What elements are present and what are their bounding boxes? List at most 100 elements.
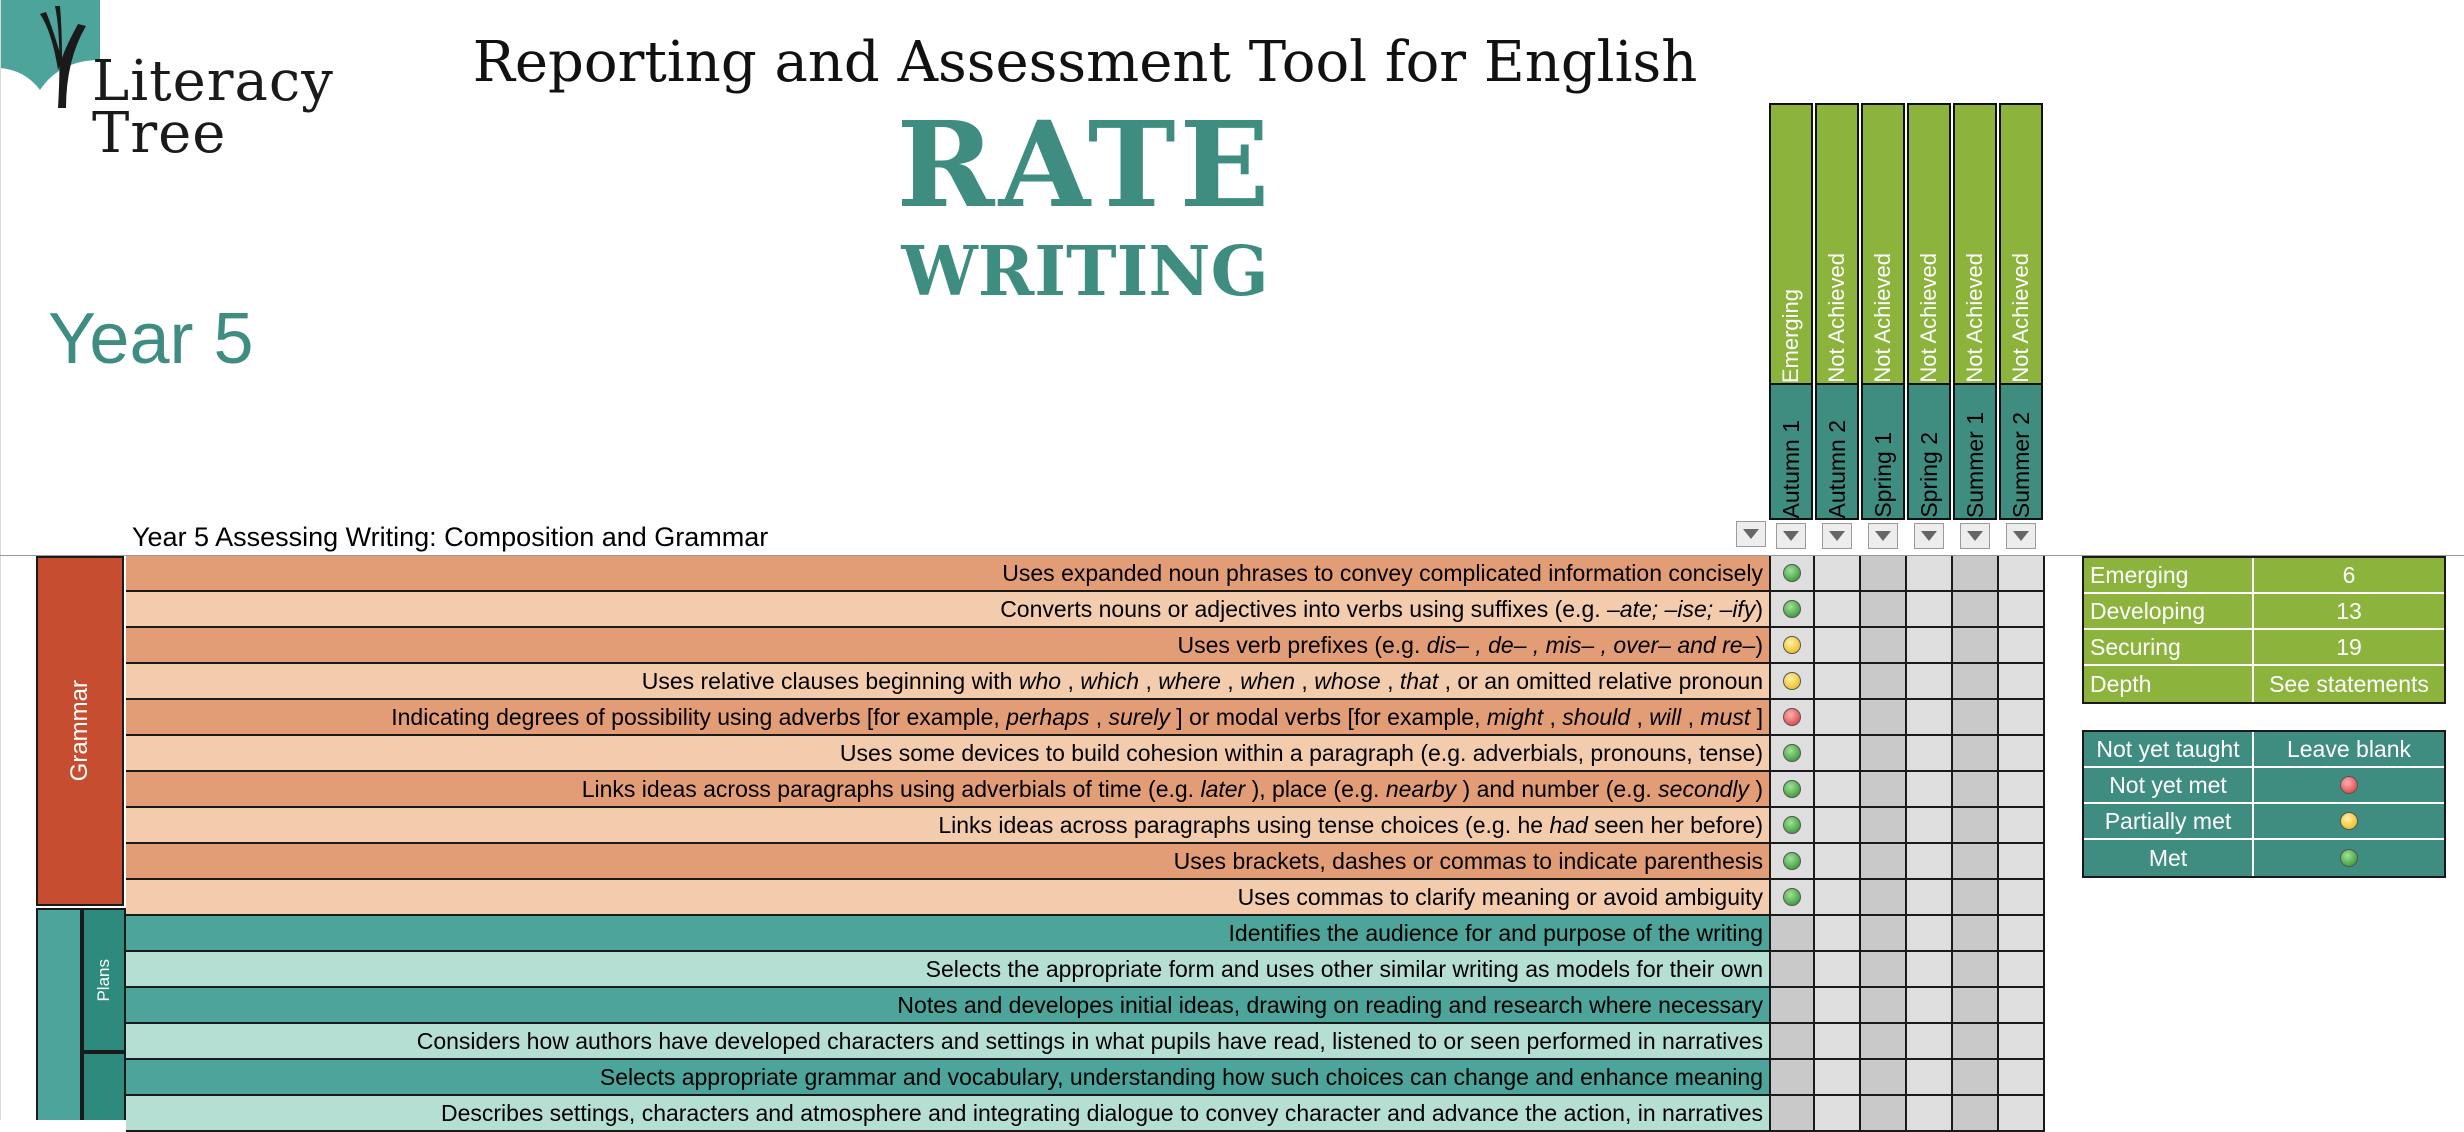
assessment-cell[interactable] [1999, 556, 2045, 592]
filter-dropdown-term[interactable] [1960, 523, 1990, 549]
assessment-cell[interactable] [1769, 916, 1815, 952]
assessment-cell[interactable] [1815, 844, 1861, 880]
assessment-cell[interactable] [1907, 916, 1953, 952]
assessment-cell[interactable] [1815, 592, 1861, 628]
assessment-cell[interactable] [1815, 700, 1861, 736]
filter-dropdown-term[interactable] [1776, 523, 1806, 549]
assessment-cell[interactable] [1861, 988, 1907, 1024]
filter-dropdown-term[interactable] [1914, 523, 1944, 549]
assessment-cell[interactable] [1907, 988, 1953, 1024]
assessment-cell[interactable] [1769, 628, 1815, 664]
assessment-cell[interactable] [1769, 664, 1815, 700]
assessment-cell[interactable] [1769, 556, 1815, 592]
assessment-cell[interactable] [1769, 1060, 1815, 1096]
filter-dropdown-term[interactable] [1868, 523, 1898, 549]
assessment-cell[interactable] [1999, 592, 2045, 628]
assessment-cell[interactable] [1907, 736, 1953, 772]
assessment-cell[interactable] [1907, 844, 1953, 880]
assessment-cell[interactable] [1953, 556, 1999, 592]
assessment-cell[interactable] [1907, 700, 1953, 736]
assessment-cell[interactable] [1953, 664, 1999, 700]
filter-dropdown-term[interactable] [2006, 523, 2036, 549]
assessment-cell[interactable] [1861, 736, 1907, 772]
assessment-cell[interactable] [1999, 1060, 2045, 1096]
assessment-cell[interactable] [1769, 808, 1815, 844]
assessment-cell[interactable] [1953, 1096, 1999, 1132]
assessment-cell[interactable] [1861, 844, 1907, 880]
assessment-cell[interactable] [1769, 988, 1815, 1024]
assessment-cell[interactable] [1953, 844, 1999, 880]
assessment-cell[interactable] [1861, 916, 1907, 952]
assessment-cell[interactable] [1907, 1096, 1953, 1132]
assessment-cell[interactable] [1815, 916, 1861, 952]
assessment-cell[interactable] [1769, 772, 1815, 808]
filter-dropdown-statement[interactable] [1736, 521, 1766, 547]
assessment-cell[interactable] [1769, 952, 1815, 988]
assessment-cell[interactable] [1953, 772, 1999, 808]
assessment-cell[interactable] [1953, 628, 1999, 664]
assessment-cell[interactable] [1907, 952, 1953, 988]
assessment-cell[interactable] [1953, 988, 1999, 1024]
assessment-cell[interactable] [1953, 952, 1999, 988]
assessment-cell[interactable] [1907, 664, 1953, 700]
assessment-cell[interactable] [1861, 1024, 1907, 1060]
assessment-cell[interactable] [1815, 628, 1861, 664]
assessment-cell[interactable] [1769, 736, 1815, 772]
filter-dropdown-term[interactable] [1822, 523, 1852, 549]
assessment-cell[interactable] [1861, 664, 1907, 700]
assessment-cell[interactable] [1815, 1024, 1861, 1060]
assessment-cell[interactable] [1815, 736, 1861, 772]
assessment-cell[interactable] [1999, 916, 2045, 952]
assessment-cell[interactable] [1907, 880, 1953, 916]
assessment-cell[interactable] [1907, 1060, 1953, 1096]
assessment-cell[interactable] [1999, 736, 2045, 772]
assessment-cell[interactable] [1861, 952, 1907, 988]
assessment-cell[interactable] [1953, 1060, 1999, 1096]
assessment-cell[interactable] [1815, 664, 1861, 700]
assessment-cell[interactable] [1999, 628, 2045, 664]
assessment-cell[interactable] [1861, 700, 1907, 736]
assessment-cell[interactable] [1999, 1024, 2045, 1060]
assessment-cell[interactable] [1953, 880, 1999, 916]
assessment-cell[interactable] [1953, 736, 1999, 772]
assessment-cell[interactable] [1815, 952, 1861, 988]
assessment-cell[interactable] [1815, 556, 1861, 592]
assessment-cell[interactable] [1861, 592, 1907, 628]
assessment-cell[interactable] [1815, 1096, 1861, 1132]
assessment-cell[interactable] [1769, 700, 1815, 736]
assessment-cell[interactable] [1999, 988, 2045, 1024]
assessment-cell[interactable] [1953, 916, 1999, 952]
assessment-cell[interactable] [1999, 1096, 2045, 1132]
assessment-cell[interactable] [1815, 988, 1861, 1024]
assessment-cell[interactable] [1999, 952, 2045, 988]
assessment-cell[interactable] [1769, 1024, 1815, 1060]
assessment-cell[interactable] [1861, 556, 1907, 592]
assessment-cell[interactable] [1861, 772, 1907, 808]
assessment-cell[interactable] [1769, 880, 1815, 916]
assessment-cell[interactable] [1953, 808, 1999, 844]
assessment-cell[interactable] [1861, 880, 1907, 916]
assessment-cell[interactable] [1999, 772, 2045, 808]
assessment-cell[interactable] [1907, 556, 1953, 592]
assessment-cell[interactable] [1769, 844, 1815, 880]
assessment-cell[interactable] [1953, 1024, 1999, 1060]
assessment-cell[interactable] [1907, 772, 1953, 808]
assessment-cell[interactable] [1907, 592, 1953, 628]
assessment-cell[interactable] [1907, 628, 1953, 664]
assessment-cell[interactable] [1861, 808, 1907, 844]
assessment-cell[interactable] [1999, 808, 2045, 844]
assessment-cell[interactable] [1953, 592, 1999, 628]
assessment-cell[interactable] [1907, 808, 1953, 844]
assessment-cell[interactable] [1815, 772, 1861, 808]
assessment-cell[interactable] [1861, 628, 1907, 664]
assessment-cell[interactable] [1815, 1060, 1861, 1096]
assessment-cell[interactable] [1861, 1060, 1907, 1096]
assessment-cell[interactable] [1999, 844, 2045, 880]
assessment-cell[interactable] [1815, 880, 1861, 916]
assessment-cell[interactable] [1999, 664, 2045, 700]
assessment-cell[interactable] [1815, 808, 1861, 844]
assessment-cell[interactable] [1769, 592, 1815, 628]
assessment-cell[interactable] [1953, 700, 1999, 736]
assessment-cell[interactable] [1999, 700, 2045, 736]
assessment-cell[interactable] [1999, 880, 2045, 916]
